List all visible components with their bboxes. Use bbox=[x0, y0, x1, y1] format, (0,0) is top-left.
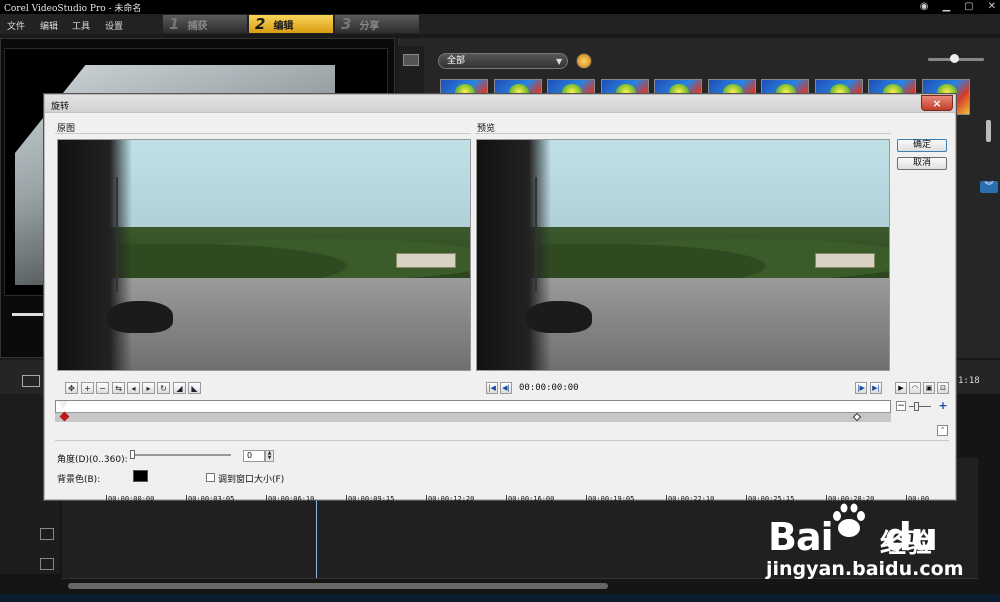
step-edit[interactable]: 2 编辑 bbox=[249, 15, 333, 33]
ruler-tick-label: 00:00:06:10 bbox=[268, 495, 315, 503]
settings-divider bbox=[55, 440, 949, 441]
minimize-icon[interactable]: ▁ bbox=[942, 1, 950, 12]
ruler-tick bbox=[666, 495, 667, 501]
ruler-tick bbox=[906, 495, 907, 501]
ruler-tick-label: 00:00:25:15 bbox=[748, 495, 795, 503]
library-category-dropdown[interactable]: 全部 bbox=[438, 53, 568, 69]
dialog-close-button[interactable]: × bbox=[921, 95, 953, 111]
ruler-tick bbox=[506, 495, 507, 501]
add-keyframe-icon[interactable]: + bbox=[81, 382, 94, 394]
library-scrollbar[interactable] bbox=[986, 120, 991, 142]
app-titlebar bbox=[0, 0, 1000, 14]
workflow-steps: 1 捕获 2 编辑 3 分享 bbox=[163, 15, 421, 33]
ruler-tick-label: 00:00:16:00 bbox=[508, 495, 555, 503]
storyboard-view-icon[interactable] bbox=[22, 375, 40, 387]
preview-timecode: 00:00:00:00 bbox=[519, 383, 579, 393]
ok-button[interactable]: 确定 bbox=[897, 139, 947, 152]
thumbnail-size-slider-thumb[interactable] bbox=[950, 54, 959, 63]
ruler-tick bbox=[746, 495, 747, 501]
bgcolor-swatch[interactable] bbox=[133, 470, 148, 482]
cancel-button[interactable]: 取消 bbox=[897, 157, 947, 170]
expand-library-icon[interactable]: ︾ bbox=[980, 181, 998, 193]
player-progress-bar[interactable] bbox=[12, 313, 44, 316]
media-icon[interactable] bbox=[403, 54, 419, 66]
expand-up-icon[interactable]: ⌃ bbox=[937, 425, 948, 436]
zoom-out-button[interactable]: − bbox=[896, 401, 906, 411]
scrubber-handle[interactable] bbox=[58, 401, 68, 409]
ruler-tick bbox=[106, 495, 107, 501]
zoom-in-button[interactable]: + bbox=[938, 400, 948, 411]
timeline-scrollbar[interactable] bbox=[68, 583, 608, 589]
angle-spinner[interactable]: ▲ ▼ bbox=[265, 450, 274, 462]
move-icon[interactable]: ✥ bbox=[65, 382, 78, 394]
loop-icon[interactable]: ◠ bbox=[909, 382, 921, 394]
ruler-tick-label: 00:00:09:15 bbox=[348, 495, 395, 503]
angle-slider[interactable] bbox=[131, 454, 231, 456]
flip-keyframe-icon[interactable]: ⇆ bbox=[112, 382, 125, 394]
zoom-slider-thumb[interactable] bbox=[914, 402, 919, 411]
menu-edit[interactable]: 编辑 bbox=[40, 19, 58, 32]
ruler-tick-label: 00:00:22:10 bbox=[668, 495, 715, 503]
watermark-url: jingyan.baidu.com bbox=[766, 558, 964, 580]
prev-frame-icon[interactable]: ◀| bbox=[500, 382, 512, 394]
go-to-start-icon[interactable]: |◀ bbox=[486, 382, 498, 394]
angle-input[interactable]: 0 bbox=[243, 450, 265, 462]
keyframe-track[interactable] bbox=[55, 412, 891, 422]
ruler-tick-label: 00:00:00:00 bbox=[108, 495, 155, 503]
next-frame-icon[interactable]: |▶ bbox=[855, 382, 867, 394]
original-image bbox=[57, 139, 471, 371]
app-title: Corel VideoStudio Pro - 未命名 bbox=[4, 4, 142, 14]
music-track-icon[interactable] bbox=[40, 558, 54, 570]
dialog-title: 旋转 bbox=[51, 102, 70, 112]
window-controls: ◉ ▁ ▢ ✕ bbox=[920, 1, 996, 12]
angle-slider-thumb[interactable] bbox=[130, 450, 135, 459]
ruler-tick-label: 00:00 bbox=[908, 495, 930, 503]
timeline-time: 1:18 bbox=[958, 376, 980, 386]
chevron-down-icon: ▼ bbox=[556, 57, 563, 66]
maximize-icon[interactable]: ▢ bbox=[964, 1, 973, 12]
monitor-icon[interactable]: ▣ bbox=[923, 382, 935, 394]
fit-window-checkbox[interactable] bbox=[206, 473, 215, 482]
close-icon[interactable]: ✕ bbox=[988, 1, 996, 12]
os-taskbar bbox=[0, 594, 1000, 602]
original-divider bbox=[55, 133, 471, 134]
menu-tools[interactable]: 工具 bbox=[72, 19, 90, 32]
timeline-playhead[interactable] bbox=[316, 500, 317, 578]
go-to-end-icon[interactable]: ▶| bbox=[870, 382, 882, 394]
ruler-tick-label: 00:00:03:05 bbox=[188, 495, 235, 503]
bgcolor-label: 背景色(B): bbox=[57, 475, 101, 485]
ruler-tick-label: 00:00:19:05 bbox=[588, 495, 635, 503]
ruler-tick bbox=[186, 495, 187, 501]
ruler-tick-label: 00:00:12:20 bbox=[428, 495, 475, 503]
menu-file[interactable]: 文件 bbox=[7, 19, 25, 32]
rotate-icon[interactable]: ↻ bbox=[157, 382, 170, 394]
angle-label: 角度(D)(0..360): bbox=[57, 455, 128, 465]
browse-icon[interactable] bbox=[576, 53, 592, 69]
help-icon[interactable]: ◉ bbox=[920, 1, 929, 12]
fade-out-icon[interactable]: ◣ bbox=[188, 382, 201, 394]
ruler-tick bbox=[266, 495, 267, 501]
voice-track-icon[interactable] bbox=[40, 528, 54, 540]
paw-icon bbox=[833, 503, 865, 537]
prev-keyframe-icon[interactable]: ◂ bbox=[127, 382, 140, 394]
dialog-titlebar bbox=[45, 95, 955, 113]
remove-keyframe-icon[interactable]: − bbox=[96, 382, 109, 394]
step-capture[interactable]: 1 捕获 bbox=[163, 15, 247, 33]
rotate-dialog: 旋转 × 原图 预览 ✥ + − ⇆ ◂ ▸ ↻ ◢ ◣ |◀ ◀| 00:00… bbox=[44, 94, 956, 503]
next-keyframe-icon[interactable]: ▸ bbox=[142, 382, 155, 394]
menu-bar: 文件 编辑 工具 设置 bbox=[0, 14, 1000, 34]
options-icon[interactable]: ⊡ bbox=[937, 382, 949, 394]
menu-settings[interactable]: 设置 bbox=[105, 19, 123, 32]
play-icon[interactable]: ▶ bbox=[895, 382, 907, 394]
watermark-jingyan: 经验 bbox=[880, 529, 933, 559]
zoom-slider[interactable] bbox=[909, 406, 931, 407]
ruler-tick bbox=[426, 495, 427, 501]
preview-divider bbox=[475, 133, 891, 134]
fit-window-label: 调到窗口大小(F) bbox=[218, 475, 285, 485]
ruler-tick bbox=[346, 495, 347, 501]
ruler-tick bbox=[586, 495, 587, 501]
step-share[interactable]: 3 分享 bbox=[335, 15, 419, 33]
fade-in-icon[interactable]: ◢ bbox=[173, 382, 186, 394]
preview-image bbox=[476, 139, 890, 371]
